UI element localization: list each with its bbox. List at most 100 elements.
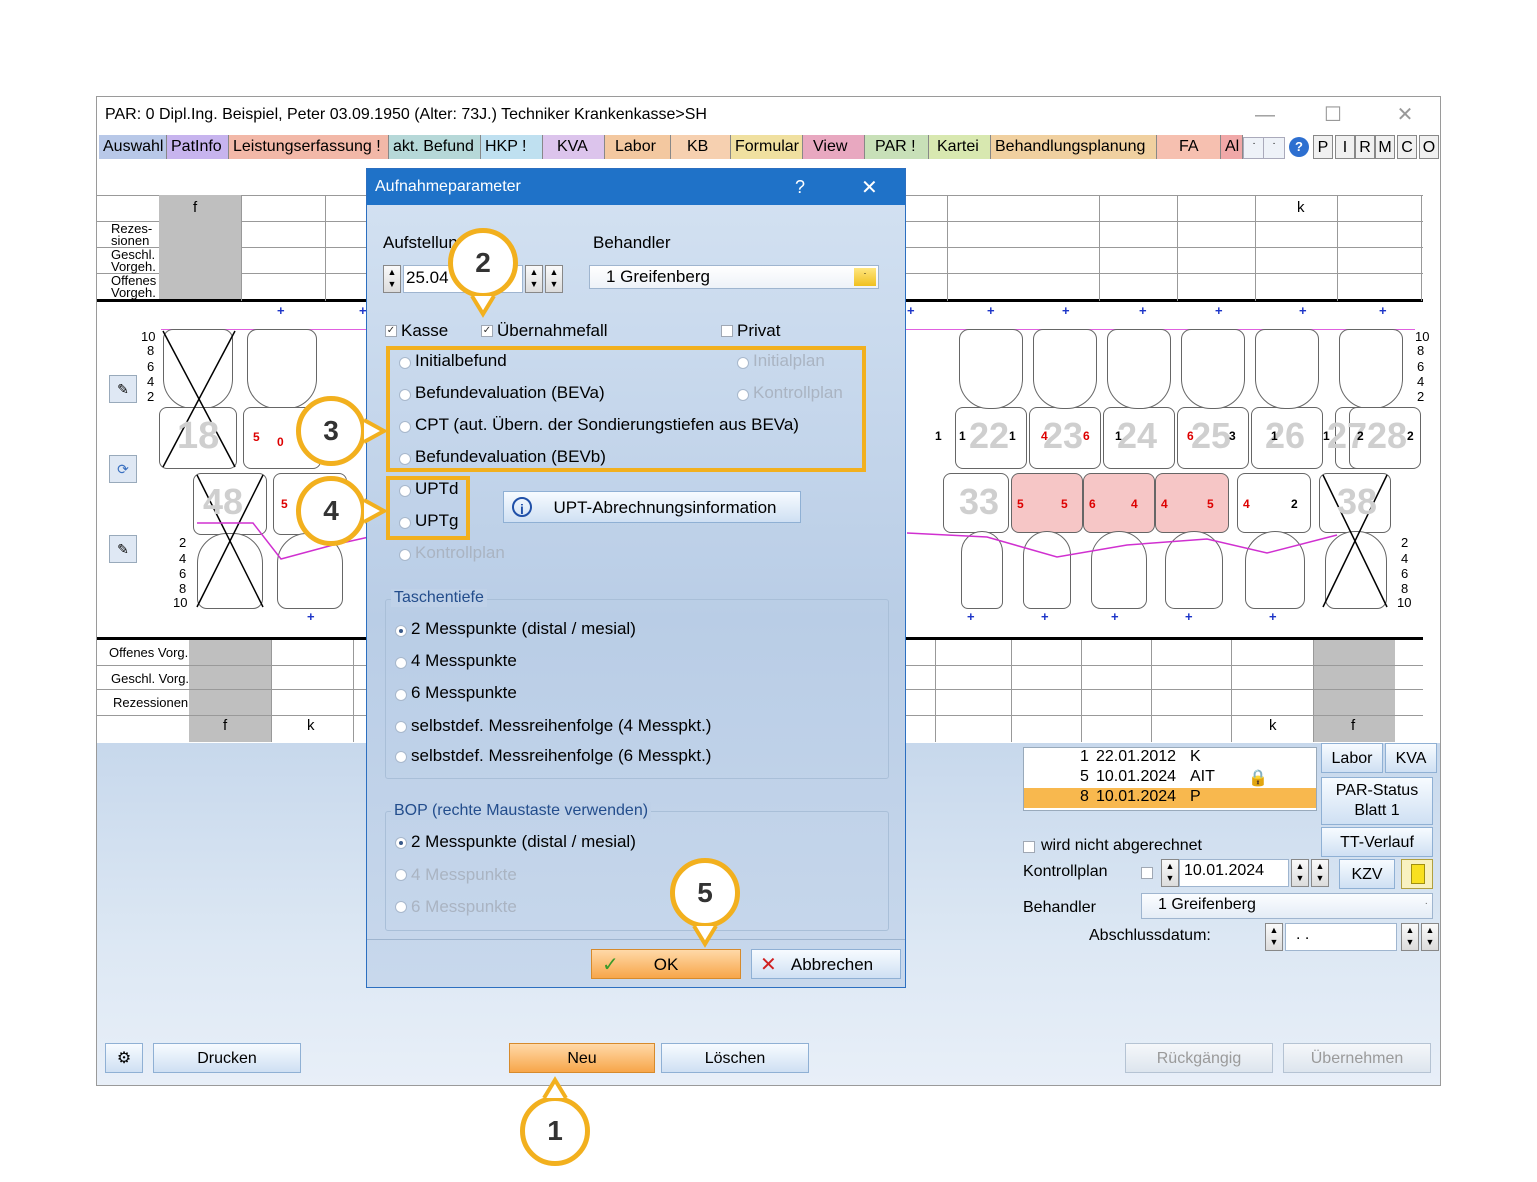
close-icon[interactable]: ✕ <box>1385 101 1425 129</box>
radio-tt-self4[interactable] <box>395 721 407 733</box>
tab-patinfo[interactable]: PatInfo <box>167 135 229 159</box>
probe-value: 6 <box>1089 497 1096 511</box>
kzv-button[interactable]: KZV <box>1339 859 1395 889</box>
letter-button-o[interactable]: O <box>1419 135 1439 159</box>
scale-label: 10 <box>1397 595 1412 610</box>
uebernahmefall-label: Übernahmefall <box>497 321 608 340</box>
help-icon[interactable]: ? <box>1289 137 1309 157</box>
radio-bop-4[interactable] <box>395 869 407 881</box>
settings-gear-icon[interactable]: ⚙ <box>105 1043 143 1073</box>
nicht-abgerechnet-checkbox[interactable] <box>1023 841 1035 853</box>
uebernahmefall-checkbox[interactable]: ✓ <box>481 325 493 337</box>
scale-label: 8 <box>147 343 155 358</box>
radio-tt-2[interactable] <box>395 625 407 637</box>
probe-value: 0 <box>277 435 284 449</box>
uebernehmen-button[interactable]: Übernehmen <box>1283 1043 1431 1073</box>
tt-verlauf-button[interactable]: TT-Verlauf <box>1321 827 1433 857</box>
title-bar: PAR: 0 Dipl.Ing. Beispiel, Peter 03.09.1… <box>97 97 1440 133</box>
dialog-close-icon[interactable]: ✕ <box>861 175 878 200</box>
edit-pen-icon[interactable]: ✎ <box>109 535 137 563</box>
behandler-select[interactable]: 1 Greifenberg · <box>1141 893 1433 919</box>
behandler-select[interactable]: 1 Greifenberg · <box>589 265 879 289</box>
tooth-number: 24 <box>1117 415 1158 456</box>
aufstellung-spinner[interactable]: ▲ ▼ <box>383 265 401 293</box>
abschlussdatum-field[interactable]: . . <box>1285 923 1397 951</box>
neu-button[interactable]: Neu <box>509 1043 655 1073</box>
aufstellung-date-spinner[interactable]: ▲ ▼ <box>545 265 563 293</box>
tab-kb[interactable]: KB <box>671 135 731 159</box>
edit-pen-icon[interactable]: ✎ <box>109 375 137 403</box>
tooth-27[interactable] <box>1339 329 1403 409</box>
tab-scroll-left-icon[interactable]: · <box>1243 137 1265 159</box>
notepad-icon[interactable] <box>1401 859 1433 889</box>
kontrollplan-date-spinner[interactable]: ▲ ▼ <box>1311 859 1329 887</box>
par-status-button[interactable]: PAR-Status Blatt 1 <box>1321 777 1433 825</box>
chevron-down-icon: · <box>854 268 876 286</box>
tab-view[interactable]: View <box>803 135 865 159</box>
bop-6-label: 6 Messpunkte <box>411 897 517 916</box>
minimize-icon[interactable]: — <box>1245 101 1285 129</box>
abbrechen-button[interactable]: ✕ Abbrechen <box>751 949 901 979</box>
tab-fa[interactable]: FA <box>1157 135 1221 159</box>
kontrollplan-date-spinner[interactable]: ▲ ▼ <box>1291 859 1309 887</box>
tab-kva[interactable]: KVA <box>543 135 605 159</box>
tab-hkp[interactable]: HKP ! <box>481 135 543 159</box>
abschluss-date-spinner[interactable]: ▲ ▼ <box>1401 923 1419 951</box>
aufstellung-date-spinner[interactable]: ▲ ▼ <box>525 265 543 293</box>
upt-info-button[interactable]: i UPT-Abrechnungsinformation <box>503 491 801 523</box>
letter-button-r[interactable]: R <box>1355 135 1375 159</box>
tab-auswahl[interactable]: Auswahl <box>99 135 167 159</box>
kva-button[interactable]: KVA <box>1385 743 1437 773</box>
tab-al[interactable]: Al <box>1221 135 1243 159</box>
radio-bop-2[interactable] <box>395 837 407 849</box>
tab-scroll-right-icon[interactable]: · <box>1263 137 1285 159</box>
radio-tt-4[interactable] <box>395 657 407 669</box>
tab-labor[interactable]: Labor <box>605 135 671 159</box>
tooth-26[interactable] <box>1255 329 1319 409</box>
lock-icon: 🔒 <box>1248 770 1268 787</box>
abschluss-spinner[interactable]: ▲ ▼ <box>1265 923 1283 951</box>
list-item[interactable]: 5 10.01.2024 AIT 🔒 <box>1024 768 1316 788</box>
radio-kontrollplan[interactable] <box>399 549 411 561</box>
tooth-25[interactable] <box>1181 329 1245 409</box>
kasse-checkbox[interactable]: ✓ <box>385 325 397 337</box>
tab-kartei[interactable]: Kartei <box>929 135 991 159</box>
tt-self6-label: selbstdef. Messreihenfolge (6 Messpkt.) <box>411 746 712 765</box>
kontrollplan-date-field[interactable]: 10.01.2024 <box>1179 859 1289 887</box>
tab-formular[interactable]: Formular <box>731 135 803 159</box>
abschluss-date-spinner[interactable]: ▲ ▼ <box>1421 923 1439 951</box>
tooth-22[interactable] <box>959 329 1023 409</box>
tooth-24[interactable] <box>1107 329 1171 409</box>
probe-value: 2 <box>1407 429 1414 443</box>
letter-button-m[interactable]: M <box>1375 135 1395 159</box>
drucken-button[interactable]: Drucken <box>153 1043 301 1073</box>
dialog-help-icon[interactable]: ? <box>795 177 805 198</box>
list-item-selected[interactable]: 8 10.01.2024 P <box>1024 788 1316 808</box>
radio-tt-6[interactable] <box>395 689 407 701</box>
list-item[interactable]: 1 22.01.2012 K <box>1024 748 1316 768</box>
tooth-23[interactable] <box>1033 329 1097 409</box>
labor-button[interactable]: Labor <box>1321 743 1383 773</box>
rueckgaengig-button[interactable]: Rückgängig <box>1125 1043 1273 1073</box>
kontrollplan-spinner[interactable]: ▲ ▼ <box>1161 859 1179 887</box>
plus-marker: + <box>987 303 995 318</box>
tab-leistungserfassung[interactable]: Leistungserfassung ! <box>229 135 389 159</box>
tab-akt-befund[interactable]: akt. Befund <box>389 135 481 159</box>
loeschen-button[interactable]: Löschen <box>661 1043 809 1073</box>
maximize-icon[interactable]: ☐ <box>1313 101 1353 129</box>
refresh-icon[interactable]: ⟳ <box>109 455 137 483</box>
radio-tt-self6[interactable] <box>395 751 407 763</box>
kontrollplan-checkbox[interactable] <box>1141 867 1153 879</box>
ok-button[interactable]: ✓ OK <box>591 949 741 979</box>
plus-marker: + <box>1185 609 1193 624</box>
tab-par[interactable]: PAR ! <box>865 135 929 159</box>
tab-behandlungsplanung[interactable]: Behandlungsplanung <box>991 135 1157 159</box>
radio-bop-6[interactable] <box>395 901 407 913</box>
letter-button-c[interactable]: C <box>1397 135 1417 159</box>
letter-button-p[interactable]: P <box>1313 135 1333 159</box>
bottom-header-k: k <box>307 717 315 734</box>
privat-checkbox[interactable] <box>721 325 733 337</box>
letter-button-i[interactable]: I <box>1335 135 1355 159</box>
probe-value: 4 <box>1041 429 1048 443</box>
tooth-17[interactable] <box>247 329 317 409</box>
